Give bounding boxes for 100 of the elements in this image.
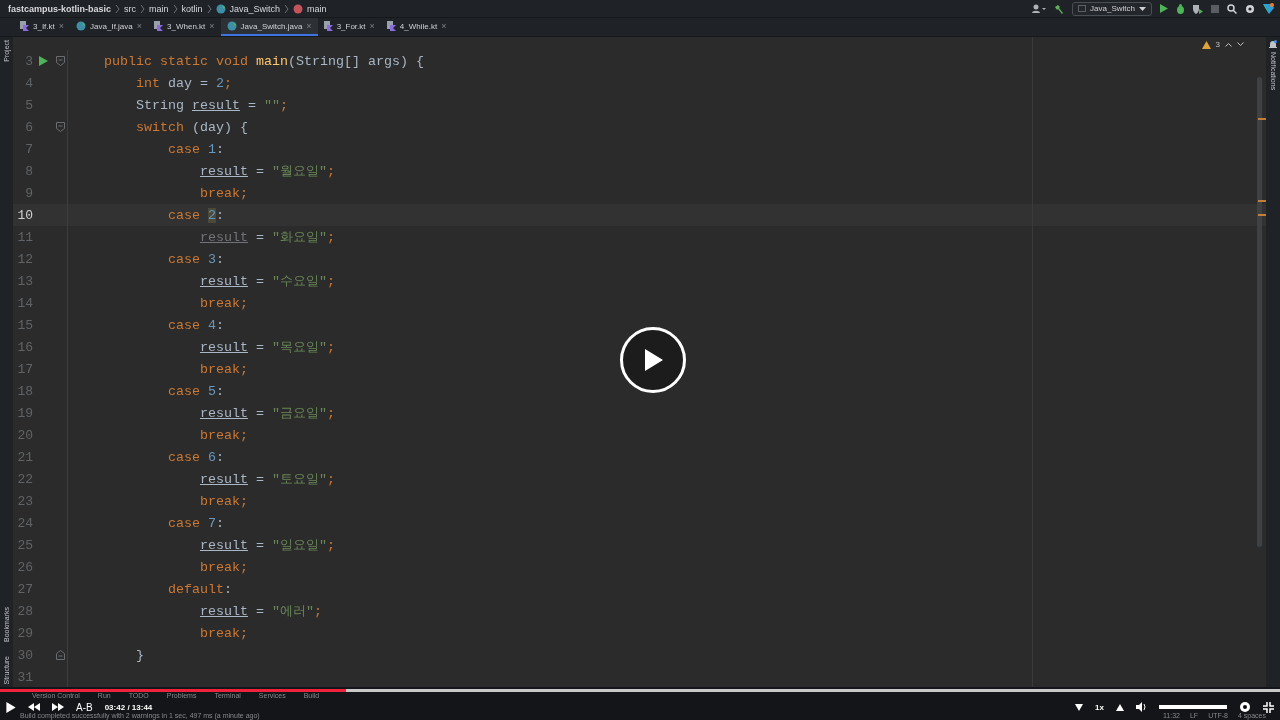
code-line: case 4: bbox=[167, 317, 224, 333]
scrollbar[interactable] bbox=[1257, 77, 1262, 547]
editor-tab[interactable]: 3_For.kt × bbox=[317, 18, 381, 36]
run-icon[interactable] bbox=[38, 56, 48, 66]
play-button[interactable] bbox=[6, 701, 16, 713]
line-number: 18 bbox=[16, 383, 33, 399]
fold-icon[interactable] bbox=[55, 122, 65, 132]
close-button[interactable]: × bbox=[306, 21, 312, 31]
close-button[interactable]: × bbox=[441, 21, 447, 31]
code-line: case 3: bbox=[167, 251, 224, 267]
breadcrumb[interactable]: kotlin bbox=[181, 3, 203, 14]
line-number: 9 bbox=[24, 185, 33, 201]
code-line: result = "금요일"; bbox=[199, 405, 335, 422]
volume-slider[interactable] bbox=[1159, 705, 1227, 709]
line-number: 15 bbox=[16, 317, 33, 333]
search-icon[interactable] bbox=[1227, 3, 1237, 14]
code-line: public static void main(String[] args) { bbox=[103, 53, 424, 69]
run-configuration-dropdown[interactable]: Java_Switch bbox=[1072, 1, 1152, 16]
gear-icon bbox=[1239, 701, 1251, 713]
user-icon[interactable] bbox=[1032, 4, 1047, 13]
method-icon bbox=[293, 3, 304, 14]
rewind-button[interactable] bbox=[28, 703, 40, 711]
line-number: 4 bbox=[24, 75, 33, 91]
run-icon[interactable] bbox=[1160, 4, 1168, 13]
code-line: break; bbox=[199, 427, 248, 443]
line-number: 24 bbox=[16, 515, 33, 531]
settings-icon[interactable] bbox=[1245, 3, 1255, 14]
line-number: 26 bbox=[16, 559, 33, 575]
kotlin-file-icon bbox=[386, 21, 396, 31]
code-line: case 5: bbox=[167, 383, 224, 399]
fold-icon[interactable] bbox=[55, 650, 65, 660]
editor-tab[interactable]: 3_If.kt × bbox=[14, 18, 71, 36]
chevron-down-icon[interactable] bbox=[1237, 42, 1244, 47]
logo-icon[interactable] bbox=[1263, 3, 1274, 14]
progress-bar[interactable] bbox=[0, 689, 1280, 692]
forward-button[interactable] bbox=[52, 703, 64, 711]
code-line: break; bbox=[199, 185, 248, 201]
line-number: 20 bbox=[16, 427, 33, 443]
class-icon bbox=[76, 21, 87, 31]
speed-down-button[interactable] bbox=[1075, 703, 1084, 711]
line-number: 21 bbox=[16, 449, 33, 465]
line-number: 22 bbox=[16, 471, 33, 487]
chevron-up-icon[interactable] bbox=[1225, 42, 1232, 47]
kotlin-file-icon bbox=[323, 21, 333, 31]
breadcrumb[interactable]: src bbox=[124, 3, 137, 14]
editor-tab[interactable]: 4_While.kt × bbox=[380, 18, 453, 36]
chevron-right-icon bbox=[172, 3, 178, 14]
code-line: result = "월요일"; bbox=[199, 163, 335, 180]
stop-icon[interactable] bbox=[1211, 4, 1219, 13]
close-button[interactable]: × bbox=[136, 21, 143, 31]
breadcrumb[interactable]: main bbox=[149, 3, 169, 14]
code-line: break; bbox=[199, 625, 248, 641]
exit-fullscreen-button[interactable] bbox=[1263, 701, 1274, 713]
code-line: break; bbox=[199, 493, 248, 509]
chevron-right-icon bbox=[140, 3, 146, 14]
code-line: result = "토요일"; bbox=[199, 471, 335, 488]
line-number: 13 bbox=[16, 273, 33, 289]
code-line: result = "화요일"; bbox=[199, 229, 335, 246]
editor-tab[interactable]: Java_If.java × bbox=[70, 18, 149, 36]
bell-icon bbox=[1269, 40, 1277, 49]
class-icon bbox=[215, 3, 226, 14]
close-button[interactable]: × bbox=[369, 21, 375, 31]
code-line: String result = ""; bbox=[135, 97, 288, 113]
breadcrumb[interactable]: Java_Switch bbox=[229, 3, 281, 14]
fold-icon[interactable] bbox=[55, 56, 65, 66]
close-button[interactable]: × bbox=[209, 21, 215, 31]
editor-tab[interactable]: 3_When.kt × bbox=[148, 18, 221, 36]
triangle-down-icon bbox=[1075, 703, 1084, 711]
chevron-right-icon bbox=[115, 3, 121, 14]
kotlin-file-icon bbox=[20, 21, 29, 31]
ab-repeat-button[interactable]: A-B bbox=[76, 701, 93, 713]
rewind-icon bbox=[28, 703, 40, 711]
hammer-icon[interactable] bbox=[1054, 3, 1065, 14]
shield-icon[interactable] bbox=[1193, 3, 1203, 14]
code-line: result = "수요일"; bbox=[199, 273, 335, 290]
volume-button[interactable] bbox=[1136, 702, 1147, 712]
line-number: 29 bbox=[16, 625, 33, 641]
speaker-icon bbox=[1136, 702, 1147, 712]
line-number: 3 bbox=[24, 53, 33, 69]
breadcrumb[interactable]: fastcampus-kotlin-basic bbox=[8, 3, 112, 14]
fast-forward-icon bbox=[52, 703, 64, 711]
code-line: break; bbox=[199, 361, 248, 377]
line-number: 28 bbox=[16, 603, 33, 619]
warning-count[interactable]: 3 bbox=[1215, 40, 1220, 49]
playback-speed: 1x bbox=[1095, 702, 1104, 712]
editor-tab[interactable]: Java_Switch.java × bbox=[220, 18, 318, 36]
code-line: break; bbox=[199, 295, 248, 311]
speed-up-button[interactable] bbox=[1116, 703, 1124, 711]
line-number: 23 bbox=[16, 493, 33, 509]
close-button[interactable]: × bbox=[58, 21, 65, 31]
line-number: 16 bbox=[16, 339, 33, 355]
line-number: 25 bbox=[16, 537, 33, 553]
code-line: break; bbox=[199, 559, 248, 575]
code-line: case 2: bbox=[167, 207, 224, 223]
breadcrumb[interactable]: main bbox=[307, 3, 327, 14]
settings-button[interactable] bbox=[1239, 701, 1251, 713]
line-number: 7 bbox=[24, 141, 33, 157]
bug-icon[interactable] bbox=[1176, 3, 1185, 14]
triangle-up-icon bbox=[1116, 703, 1124, 711]
line-number: 6 bbox=[24, 119, 33, 135]
